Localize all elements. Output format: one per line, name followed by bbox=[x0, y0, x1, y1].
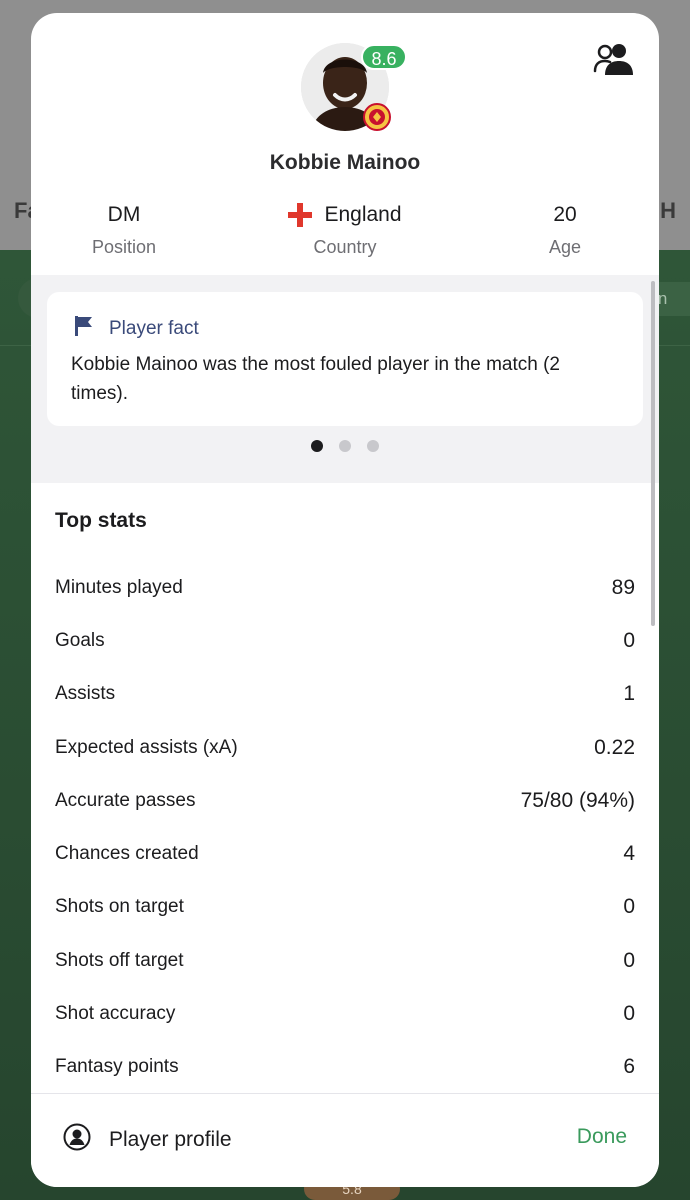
england-flag-icon bbox=[288, 203, 313, 227]
stat-label: Minutes played bbox=[55, 576, 183, 598]
position-info: DM Position bbox=[61, 201, 187, 259]
stat-row: Assists 1 bbox=[55, 668, 635, 721]
stat-label: Shots off target bbox=[55, 949, 184, 971]
stat-row: Shot accuracy 0 bbox=[55, 987, 635, 1040]
age-info: 20 Age bbox=[509, 201, 621, 259]
player-name: Kobbie Mainoo bbox=[269, 151, 421, 174]
stat-row: Fantasy points 6 bbox=[55, 1041, 635, 1094]
player-fact-card: Player fact Kobbie Mainoo was the most f… bbox=[47, 292, 643, 426]
stat-row: Shots on target 0 bbox=[55, 881, 635, 934]
carousel-page-indicator[interactable] bbox=[31, 440, 659, 452]
stat-value: 0 bbox=[623, 628, 635, 652]
stat-row: Shots off target 0 bbox=[55, 934, 635, 987]
player-profile-button[interactable]: Player profile bbox=[63, 1123, 232, 1157]
player-sheet: 8.6 Kobbie Mainoo DM Position England Co… bbox=[31, 13, 659, 1187]
stat-label: Fantasy points bbox=[55, 1056, 179, 1078]
stat-row: Goals 0 bbox=[55, 614, 635, 667]
top-stats-list: Minutes played 89 Goals 0 Assists 1 Expe… bbox=[55, 561, 635, 1094]
position-value: DM bbox=[107, 203, 141, 226]
player-fact-title: Player fact bbox=[109, 318, 199, 339]
country-value: England bbox=[324, 203, 402, 226]
page-dot[interactable] bbox=[311, 440, 323, 452]
done-button[interactable]: Done bbox=[577, 1125, 627, 1149]
stat-value: 0 bbox=[623, 895, 635, 919]
stat-value: 75/80 (94%) bbox=[520, 788, 635, 812]
scrollbar[interactable] bbox=[651, 281, 655, 626]
background-text-right: H bbox=[660, 198, 676, 223]
stat-row: Accurate passes 75/80 (94%) bbox=[55, 774, 635, 827]
stat-value: 6 bbox=[623, 1055, 635, 1079]
age-value: 20 bbox=[553, 203, 577, 226]
stat-label: Accurate passes bbox=[55, 789, 196, 811]
stat-value: 89 bbox=[611, 575, 635, 599]
stat-row: Chances created 4 bbox=[55, 827, 635, 880]
stat-label: Goals bbox=[55, 629, 105, 651]
people-icon[interactable] bbox=[593, 41, 633, 77]
rating-badge: 8.6 bbox=[361, 44, 407, 70]
sheet-footer: Player profile Done bbox=[31, 1093, 659, 1187]
age-label: Age bbox=[548, 237, 582, 257]
stat-value: 4 bbox=[623, 842, 635, 866]
position-label: Position bbox=[91, 237, 157, 257]
stat-value: 0 bbox=[623, 948, 635, 972]
stat-row: Minutes played 89 bbox=[55, 561, 635, 614]
person-circle-icon bbox=[63, 1123, 91, 1157]
stat-value: 0 bbox=[623, 1002, 635, 1026]
page-dot[interactable] bbox=[339, 440, 351, 452]
stat-label: Shots on target bbox=[55, 896, 184, 918]
stat-label: Assists bbox=[55, 683, 116, 705]
club-crest-icon bbox=[363, 103, 391, 131]
top-stats-title: Top stats bbox=[55, 509, 147, 532]
stat-label: Shot accuracy bbox=[55, 1003, 176, 1025]
stat-row: Expected assists (xA) 0.22 bbox=[55, 721, 635, 774]
stat-value: 1 bbox=[623, 682, 635, 706]
flag-icon bbox=[75, 316, 93, 342]
stat-label: Chances created bbox=[55, 843, 199, 865]
player-profile-label: Player profile bbox=[109, 1128, 232, 1151]
player-fact-text: Kobbie Mainoo was the most fouled player… bbox=[71, 354, 560, 404]
country-info: England Country bbox=[257, 201, 433, 259]
stat-label: Expected assists (xA) bbox=[55, 736, 238, 758]
page-dot[interactable] bbox=[367, 440, 379, 452]
stat-value: 0.22 bbox=[594, 735, 635, 759]
country-label: Country bbox=[313, 237, 377, 257]
